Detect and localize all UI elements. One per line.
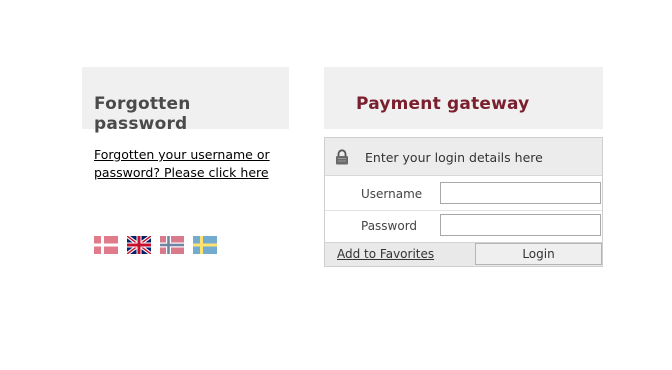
forgotten-password-title: Forgotten password — [94, 94, 191, 134]
password-field[interactable] — [440, 214, 601, 236]
login-button[interactable]: Login — [475, 243, 602, 265]
login-prompt: Enter your login details here — [365, 150, 543, 165]
username-row: Username — [325, 178, 602, 211]
username-field[interactable] — [440, 182, 601, 204]
add-to-favorites-link[interactable]: Add to Favorites — [337, 247, 434, 261]
login-form-footer: Add to Favorites Login — [325, 242, 602, 266]
username-label: Username — [361, 187, 423, 201]
sweden-flag-icon[interactable] — [193, 236, 217, 254]
login-form-header: Enter your login details here — [325, 138, 602, 176]
password-row: Password — [325, 210, 602, 242]
language-selector — [94, 236, 217, 254]
payment-gateway-header: Payment gateway — [324, 67, 603, 129]
login-form: Enter your login details here Username P… — [324, 137, 603, 267]
forgotten-credentials-link[interactable]: Forgotten your username or password? Ple… — [94, 146, 279, 182]
forgotten-password-header: Forgotten password — [82, 67, 289, 134]
uk-flag-icon[interactable] — [127, 236, 151, 254]
payment-gateway-title: Payment gateway — [356, 94, 530, 114]
password-label: Password — [361, 219, 418, 233]
denmark-flag-icon[interactable] — [94, 236, 118, 254]
norway-flag-icon[interactable] — [160, 236, 184, 254]
lock-icon — [336, 149, 348, 165]
